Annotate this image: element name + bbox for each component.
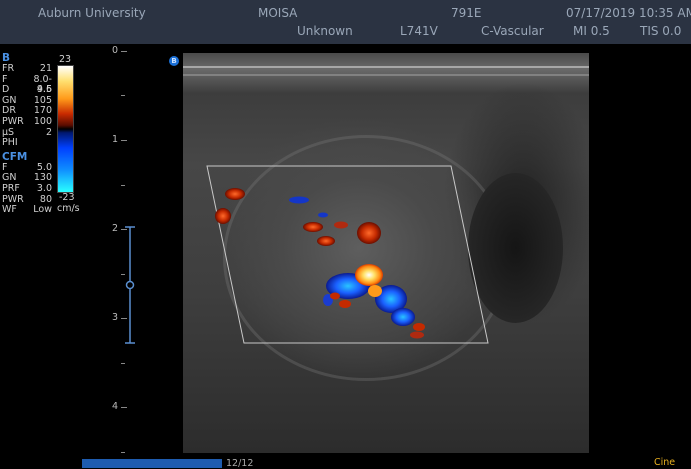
flow-spot bbox=[339, 300, 351, 308]
depth-label-4: 4 bbox=[112, 401, 119, 412]
exam-datetime: 07/17/2019 10:35 AM bbox=[566, 6, 691, 20]
patient-id: 791E bbox=[451, 6, 482, 20]
cine-frame-counter: 12/12 bbox=[226, 458, 254, 469]
ultrasound-image[interactable] bbox=[183, 53, 589, 453]
institution-name: Auburn University bbox=[38, 6, 146, 20]
flow-spot bbox=[225, 188, 245, 200]
focus-handle[interactable] bbox=[125, 280, 135, 290]
velocity-unit-label: cm/s bbox=[57, 203, 80, 214]
flow-spot bbox=[357, 222, 381, 244]
exam-preset: C-Vascular bbox=[481, 24, 544, 38]
color-velocity-scale bbox=[57, 65, 74, 193]
cine-label: Cine bbox=[654, 457, 676, 468]
operator-name: MOISA bbox=[258, 6, 298, 20]
velocity-min-label: -23 bbox=[59, 192, 75, 203]
cine-progress-bar[interactable] bbox=[82, 459, 222, 468]
color-roi-box bbox=[206, 165, 489, 344]
depth-label-2: 2 bbox=[112, 223, 119, 234]
flow-spot bbox=[318, 212, 328, 218]
flow-spot bbox=[410, 331, 424, 339]
flow-spot bbox=[303, 222, 323, 232]
flow-spot bbox=[413, 323, 425, 331]
focus-zone-slider[interactable] bbox=[122, 225, 138, 345]
velocity-max-label: 23 bbox=[59, 54, 72, 65]
header-bar: Auburn University MOISA 791E 07/17/2019 … bbox=[0, 0, 691, 44]
depth-label-0: 0 bbox=[112, 45, 119, 56]
probe-model: L741V bbox=[400, 24, 438, 38]
flow-spot bbox=[317, 236, 335, 246]
flow-spot bbox=[391, 308, 415, 326]
flow-spot bbox=[368, 285, 382, 297]
probe-orientation-icon: B bbox=[169, 56, 179, 66]
flow-spot bbox=[289, 196, 309, 204]
depth-label-1: 1 bbox=[112, 134, 119, 145]
flow-spot bbox=[330, 292, 340, 300]
flow-spot bbox=[355, 264, 383, 286]
mechanical-index: MI 0.5 bbox=[573, 24, 610, 38]
flow-spot bbox=[334, 221, 348, 229]
patient-name: Unknown bbox=[297, 24, 353, 38]
flow-spot bbox=[215, 208, 231, 224]
color-doppler-overlay bbox=[206, 165, 489, 344]
thermal-index: TIS 0.0 bbox=[640, 24, 682, 38]
depth-label-3: 3 bbox=[112, 312, 119, 323]
